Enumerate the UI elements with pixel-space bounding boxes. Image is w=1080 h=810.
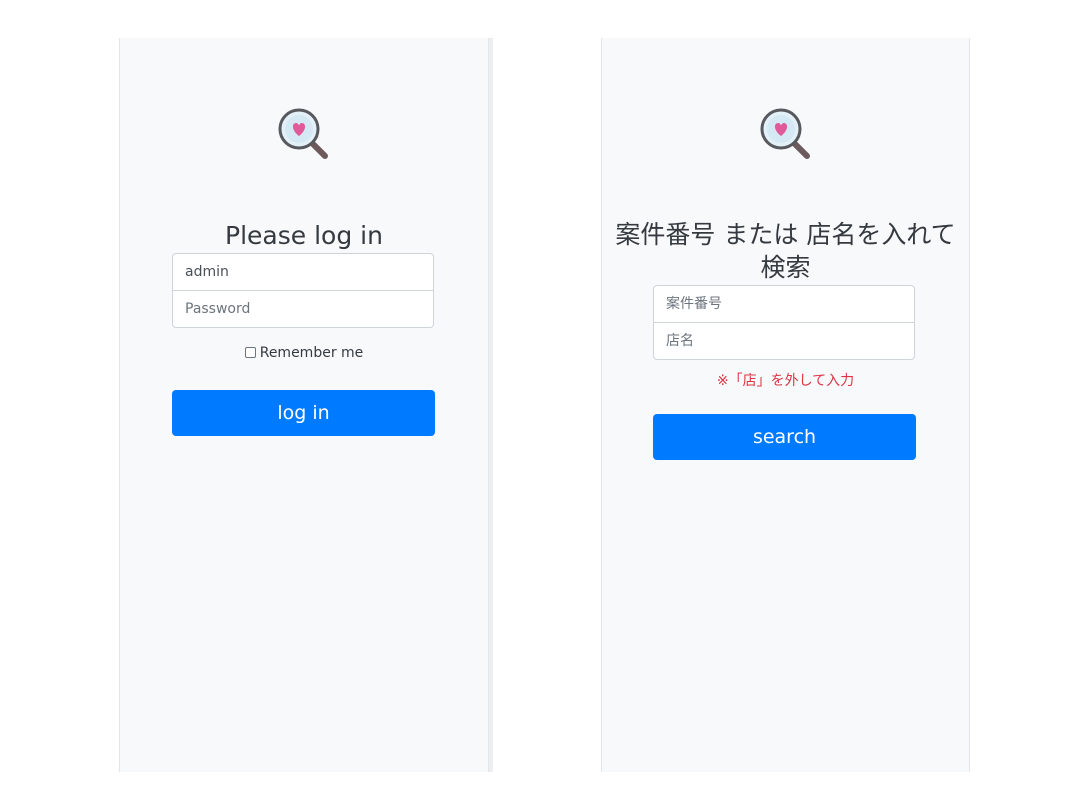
remember-me-label: Remember me <box>259 345 364 361</box>
store-name-input[interactable] <box>653 322 915 360</box>
login-title: Please log in <box>225 221 383 250</box>
login-form <box>172 253 434 328</box>
username-input[interactable] <box>172 253 434 291</box>
magnifier-heart-icon <box>275 105 331 161</box>
remember-me[interactable]: Remember me <box>120 345 488 361</box>
magnifier-heart-icon <box>757 105 813 161</box>
search-button[interactable]: search <box>653 414 916 460</box>
checkbox-icon[interactable] <box>244 347 256 358</box>
login-button[interactable]: log in <box>172 390 435 436</box>
search-title: 案件番号 または 店名を入れて検索 <box>615 220 956 282</box>
case-number-input[interactable] <box>653 285 915 323</box>
search-panel: 案件番号 または 店名を入れて検索 ※「店」を外して入力 search <box>601 38 970 772</box>
password-input[interactable] <box>172 290 434 328</box>
login-panel: Please log in Remember me log in <box>119 38 489 772</box>
search-form <box>653 285 915 360</box>
input-note: ※「店」を外して入力 <box>716 373 855 389</box>
